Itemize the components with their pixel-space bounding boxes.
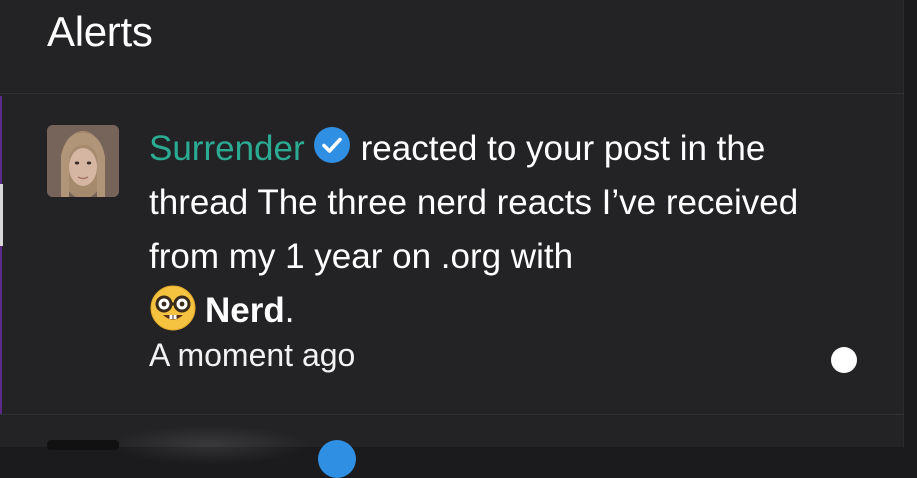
verified-badge-icon [313,126,351,164]
nerd-face-emoji-icon [149,284,197,332]
alert-timestamp: A moment ago [149,337,356,373]
alert-item[interactable]: Surrender reacted to your post in the thr… [0,94,903,415]
alert-text: Surrender reacted to your post in the thr… [149,122,869,338]
next-alert-preview [110,425,310,465]
page-title: Alerts [47,8,153,55]
unread-dot-icon[interactable] [831,347,857,373]
username-link[interactable]: Surrender [149,129,305,168]
next-verified-badge-icon [318,440,356,478]
trailing-punct: . [284,291,295,330]
reaction-name: Nerd [205,291,285,330]
avatar[interactable] [47,125,119,197]
alerts-header: Alerts [0,0,903,94]
user-avatar-image [47,125,119,197]
next-alert-avatar[interactable] [47,440,119,450]
alerts-panel: Alerts Surrender reacted to your post in … [0,0,904,478]
